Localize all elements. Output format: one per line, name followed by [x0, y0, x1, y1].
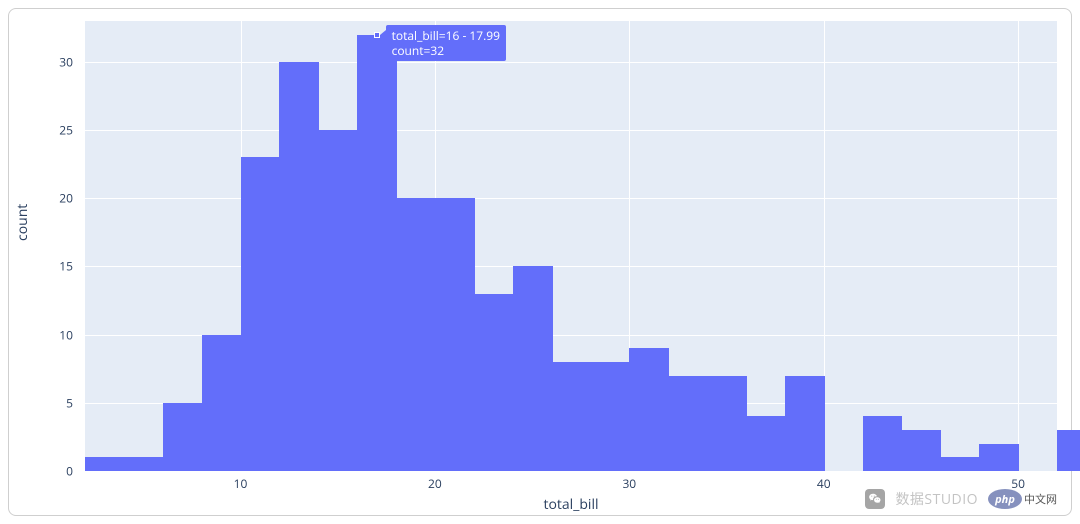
plot-area[interactable] [85, 21, 1057, 471]
histogram-bar[interactable] [552, 362, 592, 471]
histogram-bar[interactable] [241, 157, 281, 471]
y-tick-label: 20 [13, 190, 73, 207]
histogram-bar[interactable] [707, 376, 747, 471]
y-tick-label: 0 [13, 463, 73, 480]
histogram-bar[interactable] [124, 457, 164, 471]
histogram-bar[interactable] [513, 266, 553, 471]
hover-marker [375, 33, 379, 37]
histogram-bar[interactable] [435, 198, 475, 471]
y-tick-label: 5 [13, 394, 73, 411]
histogram-bar[interactable] [1057, 430, 1080, 471]
gridline-y [85, 266, 1057, 267]
histogram-bar[interactable] [785, 376, 825, 471]
histogram-bar[interactable] [668, 376, 708, 471]
histogram-bar[interactable] [279, 62, 319, 471]
x-axis-title: total_bill [543, 495, 598, 514]
histogram-bar[interactable] [202, 335, 242, 471]
x-tick-label: 10 [234, 475, 248, 492]
watermarks: 数据STUDIO php 中文网 [865, 489, 1057, 509]
histogram-bar[interactable] [590, 362, 630, 471]
gridline-y [85, 130, 1057, 131]
histogram-bar[interactable] [746, 416, 786, 471]
x-tick-label: 30 [622, 475, 636, 492]
watermark-php-cn: 中文网 [1024, 491, 1057, 507]
wechat-icon [865, 489, 885, 509]
x-tick-label: 20 [428, 475, 442, 492]
watermark-studio-text: 数据STUDIO [895, 489, 978, 509]
histogram-bar[interactable] [474, 294, 514, 471]
gridline-x [1018, 21, 1019, 471]
tooltip-arrow-icon [380, 30, 386, 40]
histogram-bar[interactable] [901, 430, 941, 471]
y-tick-label: 15 [13, 258, 73, 275]
histogram-bar[interactable] [163, 403, 203, 471]
hover-tooltip: total_bill=16 - 17.99 count=32 [386, 25, 506, 61]
histogram-bar[interactable] [979, 444, 1019, 471]
histogram-bar[interactable] [940, 457, 980, 471]
histogram-bar[interactable] [863, 416, 903, 471]
y-tick-label: 10 [13, 326, 73, 343]
histogram-bar[interactable] [396, 198, 436, 471]
y-tick-label: 30 [13, 53, 73, 70]
histogram-bar[interactable] [357, 35, 397, 471]
y-axis-title: count [13, 204, 32, 241]
x-tick-label: 40 [817, 475, 831, 492]
gridline-y [85, 62, 1057, 63]
php-logo-icon: php [988, 489, 1022, 509]
watermark-php: php 中文网 [988, 489, 1057, 509]
histogram-bar[interactable] [629, 348, 669, 471]
histogram-bar[interactable] [85, 457, 125, 471]
y-tick-label: 25 [13, 122, 73, 139]
plot-container: count total_bill 0510152025301020304050 … [8, 8, 1072, 516]
gridline-y [85, 471, 1057, 472]
gridline-y [85, 198, 1057, 199]
histogram-bar[interactable] [318, 130, 358, 471]
